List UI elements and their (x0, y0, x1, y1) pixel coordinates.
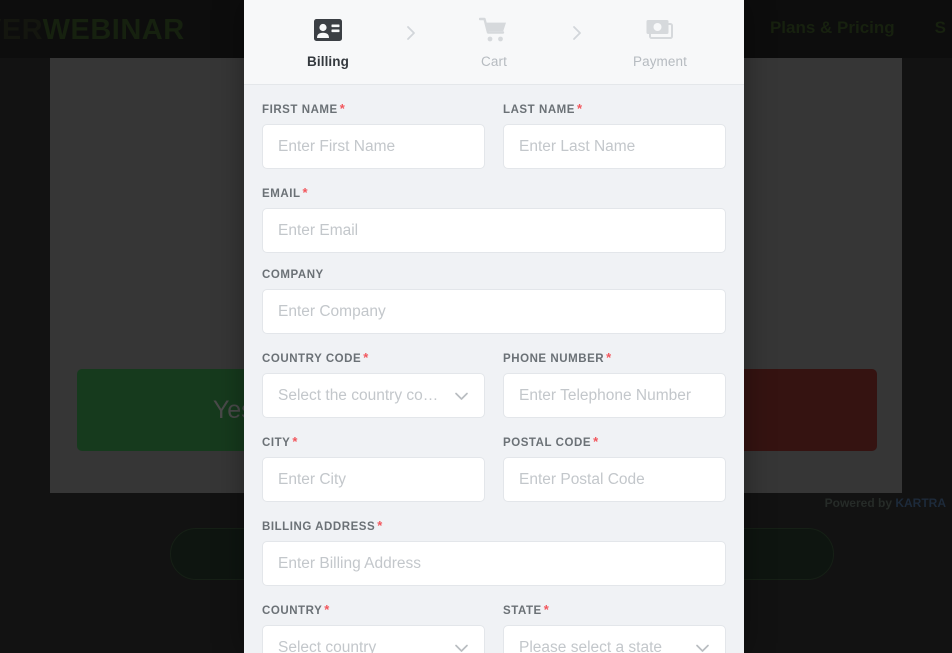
country-label-text: COUNTRY (262, 605, 323, 617)
field-last-name: LAST NAME * (503, 101, 726, 169)
state-label: STATE * (503, 602, 726, 617)
name-row: FIRST NAME* LAST NAME* (262, 101, 726, 185)
country-state-row: COUNTRY * Select country STATE * Please … (262, 602, 726, 653)
field-billing-address: BILLING ADDRESS * (262, 518, 726, 586)
field-city: CITY * (262, 434, 485, 502)
billing-form: FIRST NAME* LAST NAME* EMAIL* (244, 85, 744, 653)
postal-code-required-asterisk: * (593, 434, 599, 449)
chevron-down-icon-country (454, 643, 469, 653)
city-required-asterisk: * (292, 434, 299, 449)
step-payment[interactable]: Payment (612, 15, 708, 69)
company-label: COMPANY (262, 269, 726, 281)
logo-text-part1: VER (0, 14, 43, 46)
field-state: STATE * Please select a state (503, 602, 726, 653)
step-billing-label: Billing (307, 54, 349, 69)
checkout-stepper: Billing Cart Payment (244, 0, 744, 85)
powered-by-brand: KARTRA (895, 496, 946, 510)
country-select[interactable]: Select country (262, 625, 485, 653)
country-code-select[interactable]: Select the country co… (262, 373, 485, 418)
phone-number-label-text: PHONE NUMBER (503, 353, 605, 365)
first-name-label-text: FIRST NAME (262, 104, 338, 116)
phone-number-input[interactable] (503, 373, 726, 418)
step-payment-label: Payment (633, 54, 687, 69)
email-label: EMAIL * (262, 185, 726, 200)
city-label-text: CITY (262, 437, 291, 449)
site-logo[interactable]: VERWEBINAR (0, 14, 185, 47)
city-label: CITY * (262, 434, 485, 449)
powered-by-prefix: Powered by (824, 496, 896, 510)
last-name-required-asterisk: * (577, 101, 583, 116)
billing-address-input[interactable] (262, 541, 726, 586)
field-country-code: COUNTRY CODE * Select the country co… (262, 350, 485, 418)
country-code-label: COUNTRY CODE * (262, 350, 485, 365)
step-cart[interactable]: Cart (446, 15, 542, 69)
first-name-label: FIRST NAME * (262, 101, 485, 116)
nav-link-secondary[interactable]: S (935, 18, 946, 38)
logo-text-part2: WEBINAR (42, 14, 185, 46)
phone-number-label: PHONE NUMBER * (503, 350, 726, 365)
state-label-text: STATE (503, 605, 542, 617)
billing-address-required-asterisk: * (377, 518, 383, 533)
postal-code-input[interactable] (503, 457, 726, 502)
shopping-cart-icon (479, 15, 509, 45)
phone-row: COUNTRY CODE * Select the country co… PHO… (262, 350, 726, 434)
state-required-asterisk: * (543, 602, 550, 617)
company-label-text: COMPANY (262, 269, 324, 281)
field-postal-code: POSTAL CODE * (503, 434, 726, 502)
field-email: EMAIL * (262, 185, 726, 253)
city-postal-row: CITY* POSTAL CODE* (262, 434, 726, 518)
email-input[interactable] (262, 208, 726, 253)
banknotes-icon (645, 15, 675, 45)
billing-address-label: BILLING ADDRESS * (262, 518, 726, 533)
postal-code-label: POSTAL CODE * (503, 434, 726, 449)
country-code-label-text: COUNTRY CODE (262, 353, 362, 365)
country-code-select-value: Select the country co… (278, 386, 439, 404)
last-name-input[interactable] (503, 124, 726, 169)
email-label-text: EMAIL (262, 188, 301, 200)
country-label: COUNTRY * (262, 602, 485, 617)
city-input[interactable] (262, 457, 485, 502)
id-card-icon (314, 15, 342, 45)
last-name-label: LAST NAME * (503, 101, 726, 116)
email-required-asterisk: * (302, 185, 309, 200)
page-root: VERWEBINAR Plans & Pricing S TRY ... R $… (0, 0, 952, 653)
postal-code-label-text: POSTAL CODE (503, 437, 592, 449)
company-input[interactable] (262, 289, 726, 334)
chevron-right-icon (376, 24, 446, 42)
checkout-modal: Billing Cart Payment FIRST NAME * Enter … (244, 0, 744, 653)
navbar-links: Plans & Pricing S (770, 18, 952, 38)
first-name-input[interactable] (262, 124, 485, 169)
state-select[interactable]: Please select a state (503, 625, 726, 653)
phone-number-required-asterisk: * (606, 350, 612, 365)
step-cart-label: Cart (481, 54, 507, 69)
chevron-down-icon (454, 391, 469, 401)
state-select-value: Please select a state (519, 638, 663, 653)
last-name-label-text: LAST NAME (503, 104, 576, 116)
field-first-name: FIRST NAME * (262, 101, 485, 169)
field-phone-number: PHONE NUMBER * (503, 350, 726, 418)
first-name-required-asterisk: * (339, 101, 346, 116)
powered-by-label: Powered by KARTRA (825, 496, 946, 510)
country-select-value: Select country (278, 638, 377, 653)
nav-link-plans-pricing[interactable]: Plans & Pricing (770, 18, 895, 38)
field-company: COMPANY (262, 269, 726, 334)
step-billing[interactable]: Billing (280, 15, 376, 69)
billing-address-label-text: BILLING ADDRESS (262, 521, 376, 533)
country-required-asterisk: * (324, 602, 330, 617)
chevron-down-icon-state (695, 643, 710, 653)
field-country: COUNTRY * Select country (262, 602, 485, 653)
chevron-right-icon-2 (542, 24, 612, 42)
country-code-required-asterisk: * (363, 350, 369, 365)
